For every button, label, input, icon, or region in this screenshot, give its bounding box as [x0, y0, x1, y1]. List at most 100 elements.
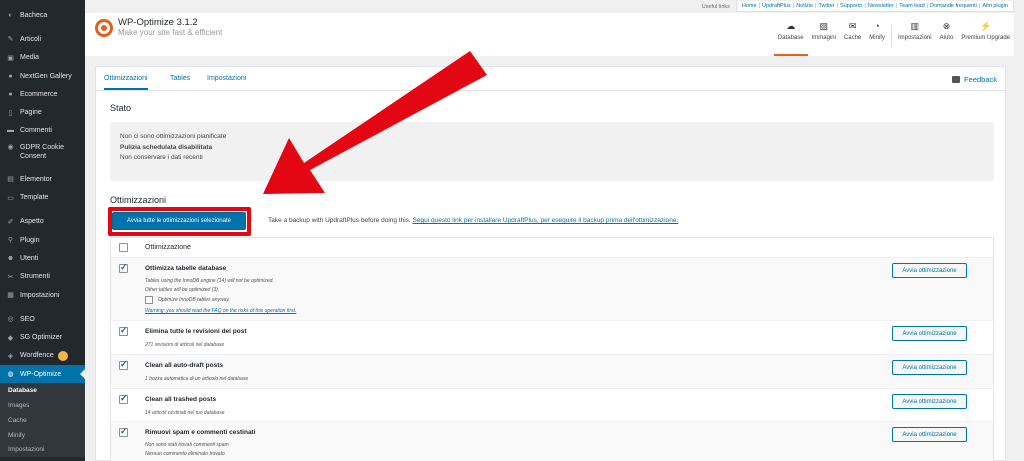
run-optimization-button[interactable]: Avvia ottimizzazione	[892, 360, 967, 375]
link-updraftplus[interactable]: UpdraftPlus	[762, 3, 791, 9]
status-line: Pulizia schedulata disabilitata	[120, 143, 213, 151]
sidebar-item-gdpr-cookie[interactable]: ◉ GDPR Cookie Consent	[0, 140, 85, 164]
cookie-icon: ◉	[7, 144, 14, 152]
run-optimization-button[interactable]: Avvia ottimizzazione	[892, 326, 967, 341]
sg-optimizer-icon: ◆	[7, 334, 14, 342]
nav-impostazioni[interactable]: ▥ Impostazioni	[894, 21, 936, 56]
link-team-lead[interactable]: Team lead	[899, 3, 924, 9]
plugin-title: WP-Optimize 3.1.2	[118, 17, 198, 28]
tab-bar: Ottimizzazioni Tables Impostazioni Feedb…	[96, 67, 1005, 91]
backup-note: Take a backup with UpdraftPlus before do…	[268, 217, 678, 224]
submenu-item-database[interactable]: Database	[0, 383, 85, 398]
sidebar-item-commenti[interactable]: ▬ Commenti	[0, 122, 85, 140]
pin-icon: ✎	[7, 36, 14, 44]
sidebar-item-seo[interactable]: ◎ SEO	[0, 310, 85, 328]
sidebar-item-label: Elementor	[20, 175, 52, 183]
row-note: Other tables will be optimized (3).	[145, 287, 220, 293]
row-note: 1 bozza automatica di un articolo nel da…	[145, 376, 249, 382]
faq-warning-link[interactable]: Warning: you should read the FAQ on the …	[145, 308, 296, 314]
feedback-label: Feedback	[964, 75, 997, 84]
table-row: Ottimizza tabelle database Tables using …	[111, 258, 993, 321]
sidebar-item-wp-optimize[interactable]: ◍ WP-Optimize	[0, 365, 85, 384]
link-twitter[interactable]: Twitter	[818, 3, 834, 9]
database-icon: ☁	[786, 20, 796, 31]
settings-icon: ▦	[7, 292, 14, 299]
row-checkbox[interactable]	[119, 325, 128, 336]
wordfence-icon: ◈	[7, 352, 14, 360]
row-checkbox[interactable]	[119, 426, 128, 437]
sidebar-item-strumenti[interactable]: ✂ Strumenti	[0, 268, 85, 286]
sidebar-item-impostazioni[interactable]: ▦ Impostazioni	[0, 286, 85, 304]
link-supporto[interactable]: Supporto	[840, 3, 862, 9]
nav-aiuto[interactable]: ⊗ Aiuto	[936, 21, 958, 56]
sidebar-item-media[interactable]: ▣ Media	[0, 49, 85, 67]
tab-tables[interactable]: Tables	[170, 75, 190, 82]
sidebar-item-label: Wordfence	[20, 352, 54, 360]
gallery-icon: ●	[8, 72, 13, 80]
innodb-checkbox[interactable]	[145, 296, 153, 304]
sidebar-item-label: Bacheca	[20, 11, 48, 19]
sidebar-item-template[interactable]: ▭ Template	[0, 188, 85, 206]
sidebar-item-elementor[interactable]: ▤ Elementor	[0, 170, 85, 188]
sidebar-item-label: Template	[20, 194, 49, 202]
tab-impostazioni[interactable]: Impostazioni	[207, 75, 246, 82]
sidebar-item-label: WP-Optimize	[20, 370, 62, 378]
wp-optimize-logo-icon	[95, 19, 113, 37]
submenu-item-impostazioni[interactable]: Impostazioni	[0, 443, 85, 458]
nav-immagini[interactable]: ▨ Immagini	[808, 21, 840, 56]
row-note: Non sono stati trovati commenti spam	[145, 442, 229, 448]
sidebar-item-wordfence[interactable]: ◈ Wordfence	[0, 347, 85, 365]
submenu-item-minify[interactable]: Minify	[0, 428, 85, 443]
run-optimization-button[interactable]: Avvia ottimizzazione	[892, 394, 967, 409]
row-note: 271 revisioni di articoli nel database	[145, 342, 225, 348]
link-notizie[interactable]: Notizie	[796, 3, 813, 9]
sidebar-item-plugin[interactable]: ⚲ Plugin	[0, 231, 85, 249]
sidebar-item-label: Aspetto	[20, 218, 44, 226]
run-optimization-button[interactable]: Avvia ottimizzazione	[892, 263, 967, 278]
row-checkbox[interactable]	[119, 359, 128, 370]
sidebar-item-sg-optimizer[interactable]: ◆ SG Optimizer	[0, 328, 85, 346]
sidebar-item-label: Articoli	[20, 35, 42, 43]
sidebar-item-utenti[interactable]: ☻ Utenti	[0, 249, 85, 267]
column-header-ottimizzazione: Ottimizzazione	[145, 244, 191, 251]
link-home[interactable]: Home	[742, 3, 757, 9]
users-icon: ☻	[6, 254, 15, 262]
table-header-row: Ottimizzazione	[111, 238, 993, 258]
sidebar-submenu: Database Images Cache Minify Impostazion…	[0, 383, 85, 458]
row-checkbox[interactable]	[119, 262, 128, 273]
nav-cache[interactable]: ✉ Cache	[840, 21, 865, 56]
feedback-link[interactable]: Feedback	[952, 75, 997, 84]
nav-label: Impostazioni	[897, 35, 932, 41]
brush-icon: ✐	[7, 218, 14, 226]
run-all-optimizations-button[interactable]: Avvia tutte le ottimizzazioni selezionat…	[112, 212, 246, 230]
link-newsletter[interactable]: Newsletter	[868, 3, 894, 9]
nav-minify[interactable]: ◔ Minify	[865, 21, 889, 56]
submenu-label: Impostazioni	[8, 446, 45, 454]
tools-icon: ✂	[7, 273, 14, 281]
link-altri-plugin[interactable]: Altri plugin	[982, 3, 1008, 9]
submenu-item-cache[interactable]: Cache	[0, 413, 85, 428]
notification-badge	[57, 350, 68, 361]
sidebar-item-bacheca[interactable]: ◐ Bacheca	[0, 6, 85, 24]
install-updraftplus-link[interactable]: Segui questo link per installare Updraft…	[413, 217, 679, 224]
tab-ottimizzazioni[interactable]: Ottimizzazioni	[104, 75, 148, 90]
run-optimization-button[interactable]: Avvia ottimizzazione	[892, 427, 967, 442]
sidebar-item-pagine[interactable]: ▯ Pagine	[0, 103, 85, 121]
table-row: Clean all trashed posts 14 articoli cest…	[111, 389, 993, 422]
nav-premium-upgrade[interactable]: ⚡ Premium Upgrade	[957, 21, 1014, 56]
sidebar-item-aspetto[interactable]: ✐ Aspetto	[0, 213, 85, 231]
sidebar-item-label: Ecommerce	[20, 90, 58, 98]
plugin-tagline: Make your site fast & efficient	[118, 28, 223, 37]
sidebar-item-nextgen-gallery[interactable]: ● NextGen Gallery	[0, 67, 85, 85]
link-faq[interactable]: Domande frequenti	[930, 3, 977, 9]
sidebar-item-label: NextGen Gallery	[20, 72, 72, 80]
row-checkbox[interactable]	[119, 393, 128, 404]
submenu-item-images[interactable]: Images	[0, 398, 85, 413]
row-title: Elimina tutte le revisioni dei post	[145, 328, 247, 335]
nav-database[interactable]: ☁ Database	[773, 20, 808, 56]
sidebar-item-ecommerce[interactable]: ● Ecommerce	[0, 85, 85, 103]
sidebar-item-label: GDPR Cookie Consent	[20, 144, 64, 161]
useful-links-label: Useful links	[701, 3, 730, 10]
select-all-checkbox[interactable]	[119, 243, 128, 252]
sidebar-item-articoli[interactable]: ✎ Articoli	[0, 30, 85, 48]
